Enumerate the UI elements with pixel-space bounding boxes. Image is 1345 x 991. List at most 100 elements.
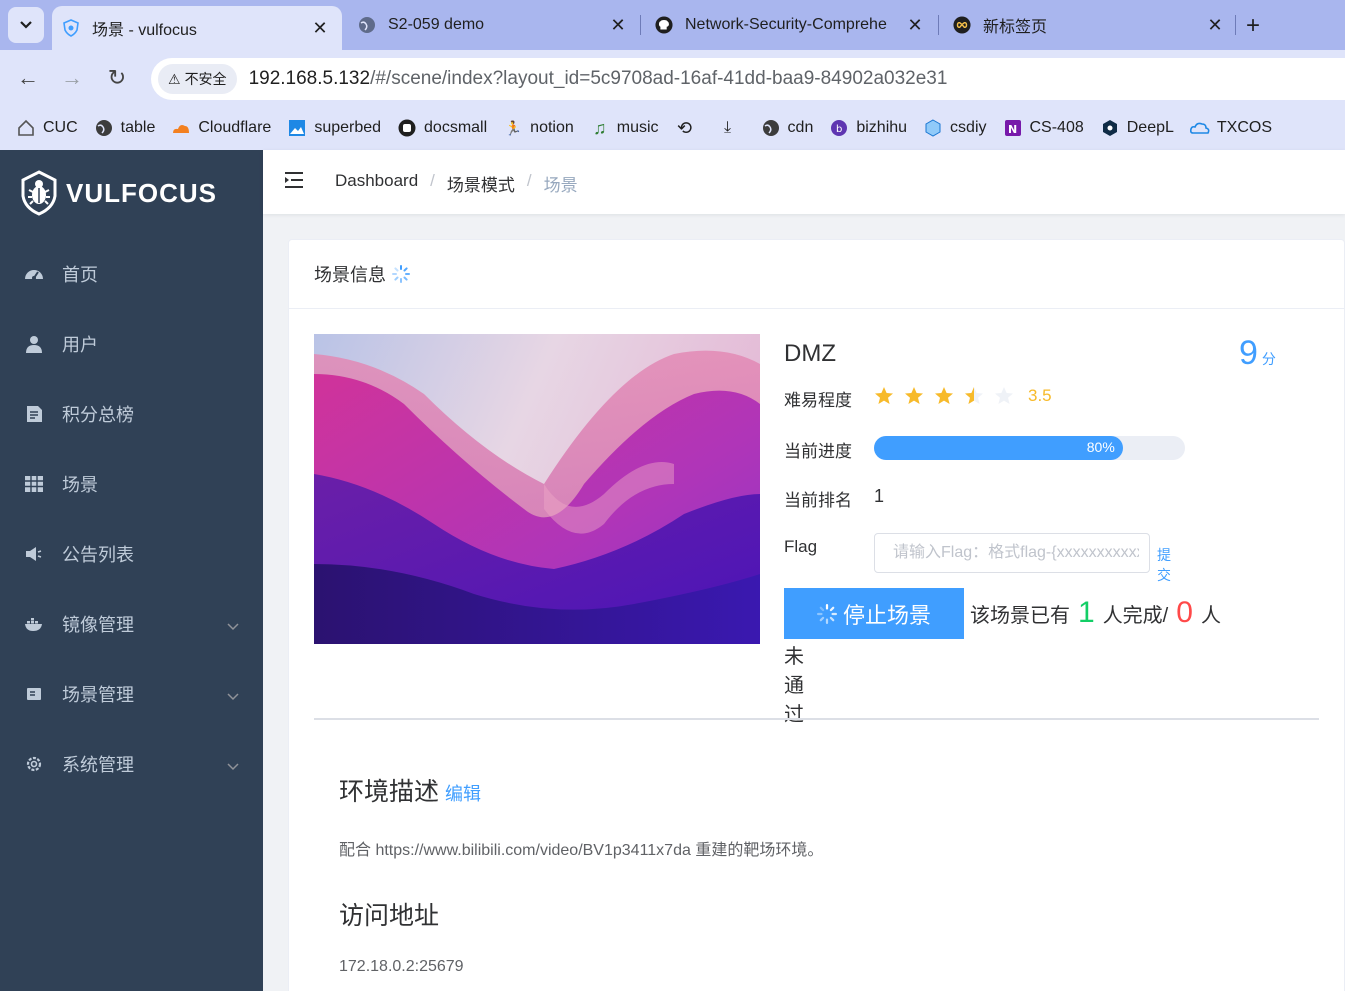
sidebar: VULFOCUS 首页 用户 积分总榜 场景 公告列表 镜像管理 场景管理 系统… — [0, 150, 263, 991]
sidebar-item-label: 场景管理 — [62, 685, 134, 705]
tab-vulfocus[interactable]: 场景 - vulfocus ✕ — [52, 6, 342, 50]
bookmark-table[interactable]: table — [94, 118, 155, 138]
sidebar-item-scene-management[interactable]: 场景管理 — [0, 659, 263, 729]
bookmarks-bar: CUC table Cloudflare superbed docsmall 🏃… — [0, 106, 1345, 150]
sidebar-item-label: 系统管理 — [62, 755, 134, 775]
completion-prefix: 该场景已有 — [970, 605, 1070, 627]
bookmark-music[interactable]: ♫ music — [590, 118, 659, 138]
loading-spinner-icon — [816, 603, 837, 624]
reload-icon[interactable]: ↻ — [104, 65, 130, 91]
logo[interactable]: VULFOCUS — [20, 170, 217, 216]
sidebar-item-users[interactable]: 用户 — [0, 309, 263, 379]
infinity-icon — [953, 16, 971, 34]
close-icon[interactable]: ✕ — [310, 18, 330, 39]
bizhihu-icon: b — [829, 118, 849, 138]
dashboard-icon — [24, 264, 44, 284]
bookmark-superbed[interactable]: superbed — [287, 118, 381, 138]
stop-scene-label: 停止场景 — [842, 602, 931, 628]
access-address-title: 访问地址 — [339, 902, 440, 930]
star-icon — [935, 387, 953, 404]
stop-scene-button[interactable]: 停止场景 — [784, 588, 964, 639]
bookmark-deepl[interactable]: DeepL — [1100, 118, 1174, 138]
bookmark-download[interactable]: ⤓ — [718, 118, 745, 138]
image-icon — [287, 118, 307, 138]
tab-new-tab[interactable]: 新标签页 ✕ — [953, 6, 1225, 44]
url-box[interactable]: ⚠ 不安全 192.168.5.132/#/scene/index?layout… — [151, 58, 1345, 100]
scene-score: 9分 — [1239, 334, 1276, 373]
speaker-icon — [24, 544, 44, 564]
bookmark-label: TXCOS — [1216, 119, 1273, 136]
url-text[interactable]: 192.168.5.132/#/scene/index?layout_id=5c… — [249, 68, 948, 90]
back-arrow-icon[interactable]: ← — [15, 65, 41, 91]
access-address-value[interactable]: 172.18.0.2:25679 — [339, 958, 464, 976]
breadcrumb-separator: / — [526, 171, 532, 190]
card-icon — [24, 684, 44, 704]
tab-title: S2-059 demo — [388, 16, 485, 33]
tab-github[interactable]: Network-Security-Comprehe ✕ — [655, 6, 925, 44]
url-host: 192.168.5.132 — [248, 68, 371, 89]
sidebar-item-system-management[interactable]: 系统管理 — [0, 729, 263, 799]
download-icon: ⤓ — [724, 119, 732, 136]
security-chip[interactable]: ⚠ 不安全 — [158, 64, 237, 94]
sidebar-item-label: 场景 — [62, 475, 98, 495]
bookmark-bizhihu[interactable]: b bizhihu — [829, 118, 907, 138]
hamburger-menu-icon[interactable] — [283, 170, 305, 195]
flag-label: Flag — [784, 537, 818, 556]
env-title-text: 环境描述 — [339, 778, 440, 806]
star-icon — [875, 387, 893, 404]
sidebar-item-scene[interactable]: 场景 — [0, 449, 263, 519]
close-icon[interactable]: ✕ — [1205, 15, 1225, 36]
scene-name: DMZ — [784, 340, 836, 367]
bookmark-cuc[interactable]: CUC — [16, 118, 78, 138]
difficulty-label: 难易程度 — [784, 391, 852, 410]
tab-s2-059[interactable]: S2-059 demo ✕ — [358, 6, 628, 44]
completion-mid: 人完成/ — [1102, 605, 1169, 627]
breadcrumb-dashboard[interactable]: Dashboard — [335, 171, 418, 196]
chevron-down-icon — [227, 685, 239, 706]
sidebar-item-label: 镜像管理 — [62, 615, 134, 635]
svg-text:b: b — [836, 124, 842, 135]
tab-title: 场景 - vulfocus — [92, 22, 197, 39]
bookmark-label: notion — [530, 119, 574, 136]
flag-input[interactable] — [874, 533, 1150, 573]
sidebar-item-home[interactable]: 首页 — [0, 239, 263, 309]
bookmark-docsmall[interactable]: docsmall — [397, 118, 487, 138]
close-icon[interactable]: ✕ — [905, 15, 925, 36]
browser-tab-bar: 场景 - vulfocus ✕ S2-059 demo ✕ Network-Se… — [0, 0, 1345, 50]
chevron-down-icon — [20, 21, 32, 29]
tab-search-button[interactable] — [8, 7, 44, 43]
bookmark-label: cdn — [787, 119, 814, 136]
edit-description-link[interactable]: 编辑 — [445, 780, 481, 806]
onenote-icon: N — [1003, 118, 1023, 138]
progress-label: 当前进度 — [784, 442, 852, 461]
submit-flag-button[interactable]: 提交 — [1157, 545, 1171, 585]
deepl-icon — [1100, 118, 1120, 138]
not-passed-text: 未通过 — [784, 646, 804, 726]
new-tab-plus-icon[interactable]: + — [1246, 12, 1260, 40]
chevron-down-icon — [227, 615, 239, 636]
tab-title: Network-Security-Comprehe — [685, 16, 887, 33]
bookmark-cloudflare[interactable]: Cloudflare — [171, 118, 271, 138]
failed-count: 0 — [1176, 596, 1193, 629]
forward-arrow-icon[interactable]: → — [59, 65, 85, 91]
tab-separator — [640, 15, 641, 35]
bookmark-history[interactable]: ⟲ — [675, 118, 702, 138]
security-label: 不安全 — [184, 71, 227, 87]
section-divider — [314, 718, 1319, 720]
bookmark-csdiy[interactable]: csdiy — [923, 118, 987, 138]
sidebar-item-label: 首页 — [62, 265, 98, 285]
bookmark-cs-408[interactable]: N CS-408 — [1003, 118, 1084, 138]
progress-bar: 80% — [874, 436, 1185, 460]
top-navbar: Dashboard / 场景模式 / 场景 — [263, 150, 1345, 214]
score-unit: 分 — [1261, 351, 1276, 367]
bookmark-notion[interactable]: 🏃 notion — [503, 118, 574, 138]
sidebar-item-image-management[interactable]: 镜像管理 — [0, 589, 263, 659]
difficulty-rating: 3.5 — [874, 386, 1052, 406]
sidebar-item-announcements[interactable]: 公告列表 — [0, 519, 263, 589]
bookmark-cdn[interactable]: cdn — [761, 118, 814, 138]
close-icon[interactable]: ✕ — [608, 15, 628, 36]
breadcrumb-scene-mode[interactable]: 场景模式 — [447, 171, 515, 196]
bookmark-txcos[interactable]: TXCOS — [1189, 118, 1273, 138]
history-icon: ⟲ — [677, 117, 693, 138]
sidebar-item-leaderboard[interactable]: 积分总榜 — [0, 379, 263, 449]
